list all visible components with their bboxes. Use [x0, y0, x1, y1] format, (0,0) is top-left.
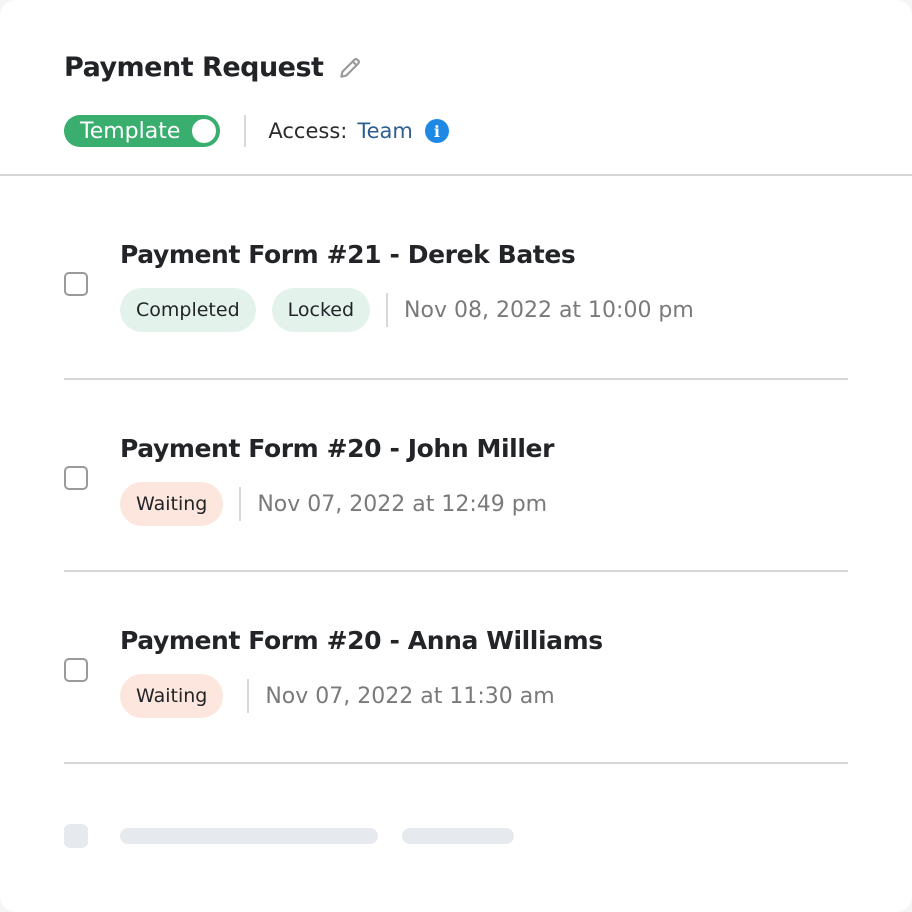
form-list: Payment Form #21 - Derek Bates Completed…: [64, 178, 848, 764]
form-title[interactable]: Payment Form #20 - Anna Williams: [120, 626, 603, 655]
meta-row: Template Access: Team i: [64, 114, 449, 148]
status-badge: Waiting: [120, 482, 224, 526]
template-toggle-label: Template: [80, 118, 181, 144]
info-icon[interactable]: i: [424, 119, 449, 143]
form-title[interactable]: Payment Form #21 - Derek Bates: [120, 240, 576, 269]
row-checkbox[interactable]: [64, 658, 88, 682]
status-badge: Completed: [120, 288, 256, 332]
row-checkbox[interactable]: [64, 466, 88, 490]
form-meta: Completed Locked Nov 08, 2022 at 10:00 p…: [120, 288, 694, 332]
skeleton-checkbox: [64, 824, 88, 848]
form-meta: Waiting Nov 07, 2022 at 11:30 am: [120, 674, 555, 718]
title-row: Payment Request: [64, 52, 363, 83]
timestamp: Nov 08, 2022 at 10:00 pm: [404, 297, 694, 323]
divider: [244, 115, 247, 147]
toggle-knob: [192, 119, 217, 143]
page-title: Payment Request: [64, 52, 324, 83]
status-badge: Waiting: [120, 674, 224, 718]
form-meta: Waiting Nov 07, 2022 at 12:49 pm: [120, 482, 547, 526]
skeleton-date-bar: [402, 828, 514, 844]
access-value-link[interactable]: Team: [357, 119, 413, 143]
divider: [386, 293, 389, 327]
timestamp: Nov 07, 2022 at 11:30 am: [265, 683, 555, 709]
skeleton-title-bar: [120, 828, 378, 844]
status-badge: Locked: [271, 288, 371, 332]
payment-request-card: Payment Request Template Access: Team i …: [0, 0, 912, 912]
list-item: Payment Form #20 - John Miller Waiting N…: [64, 380, 848, 572]
form-title[interactable]: Payment Form #20 - John Miller: [120, 434, 554, 463]
list-item: Payment Form #21 - Derek Bates Completed…: [64, 178, 848, 380]
list-item: Payment Form #20 - Anna Williams Waiting…: [64, 572, 848, 764]
access-label: Access:: [268, 119, 348, 143]
row-checkbox[interactable]: [64, 272, 88, 296]
pencil-icon[interactable]: [337, 55, 363, 81]
divider: [247, 679, 250, 713]
template-toggle[interactable]: Template: [64, 115, 221, 147]
header: Payment Request Template Access: Team i: [0, 0, 912, 176]
divider: [239, 487, 242, 521]
timestamp: Nov 07, 2022 at 12:49 pm: [257, 491, 548, 517]
loading-skeleton-row: [64, 824, 514, 848]
